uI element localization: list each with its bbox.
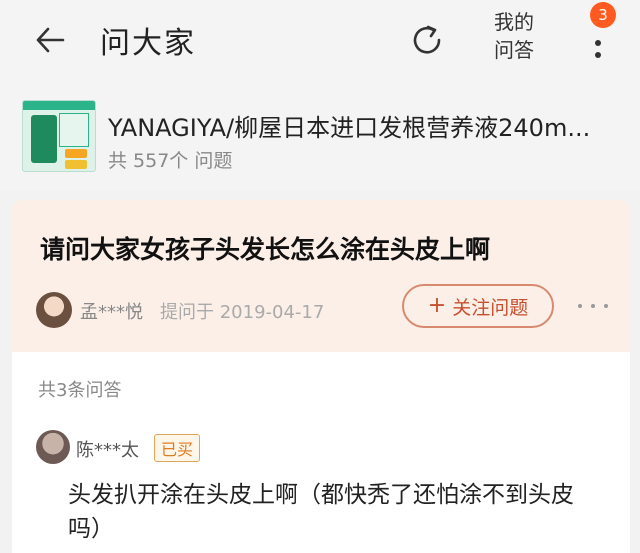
ask-date: 提问于 2019-04-17 <box>160 302 325 323</box>
more-dot <box>595 52 601 58</box>
my-qa-line1: 我的 <box>494 10 534 34</box>
back-button[interactable] <box>30 20 70 60</box>
back-arrow-icon <box>36 27 65 53</box>
question-title: 请问大家女孩子头发长怎么涂在头皮上啊 <box>40 235 491 264</box>
refresh-icon <box>413 25 441 54</box>
refresh-button[interactable] <box>405 18 449 62</box>
notification-badge: 3 <box>590 2 616 28</box>
answers-section: 共3条问答 陈***太 已买 头发扒开涂在头皮上啊（都快秃了还怕涂不到头皮吗） <box>12 352 630 553</box>
follow-question-button[interactable]: + 关注问题 <box>402 284 554 328</box>
answer-text: 头发扒开涂在头皮上啊（都快秃了还怕涂不到头皮吗） <box>68 482 574 542</box>
answerer-name: 陈***太 <box>76 440 139 461</box>
my-qa-button[interactable]: 我的 问答 <box>486 8 542 64</box>
top-bar: 问大家 我的 问答 3 <box>0 0 640 80</box>
my-qa-line2: 问答 <box>494 38 534 62</box>
product-summary[interactable]: YANAGIYA/柳屋日本进口发根营养液240m... 共 557个 问题 <box>0 80 640 190</box>
question-count: 共 557个 问题 <box>108 150 233 172</box>
question-more-icon[interactable] <box>578 304 608 312</box>
page-title: 问大家 <box>100 26 196 61</box>
answerer-avatar <box>36 430 70 464</box>
plus-icon: + <box>427 293 447 318</box>
product-name: YANAGIYA/柳屋日本进口发根营养液240m... <box>108 114 591 142</box>
asker-avatar <box>36 292 72 328</box>
follow-label: 关注问题 <box>452 296 529 319</box>
purchased-badge: 已买 <box>154 434 201 462</box>
more-dot <box>595 40 601 46</box>
asker-name: 孟***悦 <box>80 302 143 323</box>
product-thumbnail <box>22 100 96 172</box>
question-card: 请问大家女孩子头发长怎么涂在头皮上啊 孟***悦 提问于 2019-04-17 … <box>12 200 630 352</box>
answer-count: 共3条问答 <box>38 380 122 401</box>
